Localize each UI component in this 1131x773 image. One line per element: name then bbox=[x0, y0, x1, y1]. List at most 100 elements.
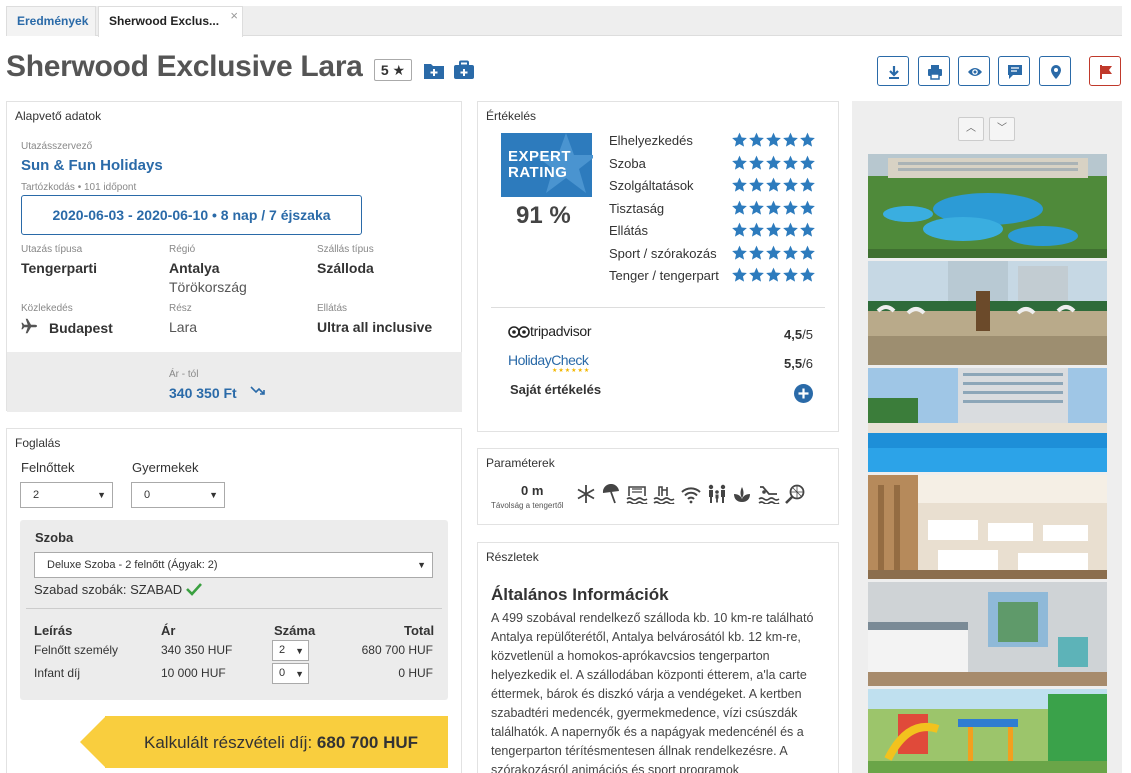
select-value: 0 bbox=[144, 489, 151, 501]
pool-aerial-photo[interactable] bbox=[868, 154, 1107, 258]
select-value: 2 bbox=[33, 489, 40, 501]
comment-icon bbox=[1008, 65, 1022, 79]
children-select[interactable]: 0 ▼ bbox=[131, 482, 225, 508]
star-icon bbox=[766, 132, 781, 147]
trip-type-value: Tengerparti bbox=[21, 260, 97, 276]
calc-value: 680 700 HUF bbox=[316, 733, 419, 752]
star-icon bbox=[732, 200, 747, 215]
page-title: Sherwood Exclusive Lara bbox=[6, 50, 363, 83]
row-desc: Infant díj bbox=[34, 666, 81, 680]
trend-down-icon bbox=[250, 386, 265, 395]
star-icon bbox=[783, 222, 798, 237]
tripadvisor-logo[interactable]: tripadvisor bbox=[530, 323, 592, 339]
location-button[interactable] bbox=[1039, 56, 1071, 86]
row-desc: Felnőtt személy bbox=[34, 643, 119, 657]
board-label: Ellátás bbox=[317, 303, 348, 314]
download-button[interactable] bbox=[877, 56, 909, 86]
star-icon bbox=[800, 222, 815, 237]
chevron-up-icon: ︿ bbox=[966, 123, 976, 134]
qty-select[interactable]: 2 ▼ bbox=[272, 640, 309, 661]
own-rating-label: Saját értékelés bbox=[510, 382, 602, 397]
panel-heading: Paraméterek bbox=[486, 456, 555, 470]
family-icon bbox=[708, 484, 726, 503]
view-button[interactable] bbox=[958, 56, 990, 86]
organizer-link[interactable]: Sun & Fun Holidays bbox=[21, 157, 163, 174]
star-icon bbox=[749, 200, 764, 215]
region-label: Régió bbox=[169, 244, 196, 255]
star-rating-badge: 5 ★ bbox=[374, 59, 412, 81]
tripadvisor-max: /5 bbox=[802, 327, 813, 342]
star-icon bbox=[783, 267, 798, 282]
star-icon bbox=[783, 155, 798, 170]
gallery-down-button[interactable]: ﹀ bbox=[989, 117, 1015, 141]
star-icon bbox=[732, 132, 747, 147]
divider bbox=[26, 608, 442, 609]
pool-photo[interactable] bbox=[868, 368, 1107, 472]
holidaycheck-logo[interactable]: HolidayCheck bbox=[508, 352, 589, 368]
star-icon bbox=[732, 267, 747, 282]
transport-label: Közlekedés bbox=[21, 303, 73, 314]
star-icon bbox=[732, 245, 747, 260]
sea-distance-label: Távolság a tengertől bbox=[491, 501, 564, 510]
star-icon bbox=[766, 222, 781, 237]
row-price: 340 350 HUF bbox=[161, 643, 233, 657]
add-to-folder-icon[interactable] bbox=[423, 60, 445, 80]
report-button[interactable] bbox=[1089, 56, 1121, 86]
wifi-icon bbox=[681, 487, 701, 504]
star-icon bbox=[766, 267, 781, 282]
price-value: 340 350 Ft bbox=[169, 385, 237, 401]
rating-category-label: Elhelyezkedés bbox=[609, 133, 693, 148]
holidaycheck-max: /6 bbox=[802, 356, 813, 371]
chevron-down-icon: ▼ bbox=[209, 490, 218, 500]
comment-button[interactable] bbox=[998, 56, 1030, 86]
price-callout-arrow bbox=[80, 716, 106, 768]
star-icon bbox=[783, 200, 798, 215]
rating-category-label: Sport / szórakozás bbox=[609, 245, 717, 261]
room-select[interactable]: Deluxe Szoba - 2 felnőtt (Ágyak: 2) ▼ bbox=[34, 552, 433, 578]
star-icon bbox=[732, 222, 747, 237]
rating-category-label: Tisztaság bbox=[609, 200, 665, 216]
adults-select[interactable]: 2 ▼ bbox=[20, 482, 113, 508]
playground-photo[interactable] bbox=[868, 689, 1107, 773]
restaurant-photo[interactable] bbox=[868, 475, 1107, 579]
trip-type-label: Utazás típusa bbox=[21, 244, 83, 255]
star-icon bbox=[766, 245, 781, 260]
rating-stars bbox=[731, 200, 816, 219]
star-icon bbox=[766, 155, 781, 170]
room-section: Szoba Deluxe Szoba - 2 felnőtt (Ágyak: 2… bbox=[20, 520, 448, 700]
add-rating-button[interactable] bbox=[794, 384, 813, 403]
close-icon[interactable]: × bbox=[230, 8, 238, 23]
free-rooms-status: Szabad szobák: SZABAD bbox=[34, 582, 202, 597]
beach-photo[interactable] bbox=[868, 261, 1107, 365]
panel-heading: Értékelés bbox=[486, 109, 537, 123]
star-icon bbox=[766, 177, 781, 192]
calculated-price: Kalkulált részvételi díj: 680 700 HUF bbox=[144, 733, 418, 753]
price-label: Ár - tól bbox=[169, 369, 199, 380]
gallery-up-button[interactable]: ︿ bbox=[958, 117, 984, 141]
star-icon bbox=[800, 200, 815, 215]
star-icon bbox=[749, 267, 764, 282]
briefcase-add-icon[interactable] bbox=[453, 60, 475, 80]
col-header-total: Total bbox=[404, 623, 435, 638]
qty-select[interactable]: 0 ▼ bbox=[272, 663, 309, 684]
room-photo[interactable] bbox=[868, 582, 1107, 686]
panel-heading: Foglalás bbox=[15, 436, 61, 450]
chevron-down-icon: ▼ bbox=[295, 646, 304, 656]
details-text: A 499 szobával rendelkező szálloda kb. 1… bbox=[491, 611, 814, 773]
chevron-down-icon: ▼ bbox=[417, 560, 426, 570]
expert-line2: RATING bbox=[508, 164, 568, 181]
panel-heading: Alapvető adatok bbox=[15, 109, 102, 123]
select-value: Deluxe Szoba - 2 felnőtt (Ágyak: 2) bbox=[47, 559, 218, 571]
tab-hotel[interactable]: Sherwood Exclus... × bbox=[98, 6, 243, 37]
date-range-selector[interactable]: 2020-06-03 - 2020-06-10 • 8 nap / 7 éjsz… bbox=[21, 195, 362, 235]
print-button[interactable] bbox=[918, 56, 950, 86]
star-icon bbox=[749, 177, 764, 192]
tab-results[interactable]: Eredmények bbox=[6, 6, 96, 36]
col-header-desc: Leírás bbox=[34, 623, 73, 638]
waterslide-icon bbox=[758, 486, 780, 504]
chevron-down-icon: ▼ bbox=[97, 490, 106, 500]
expert-rating-badge: EXPERT RATING bbox=[501, 133, 593, 197]
airplane-icon bbox=[21, 318, 37, 334]
room-heading: Szoba bbox=[35, 530, 74, 545]
children-label: Gyermekek bbox=[132, 460, 199, 475]
